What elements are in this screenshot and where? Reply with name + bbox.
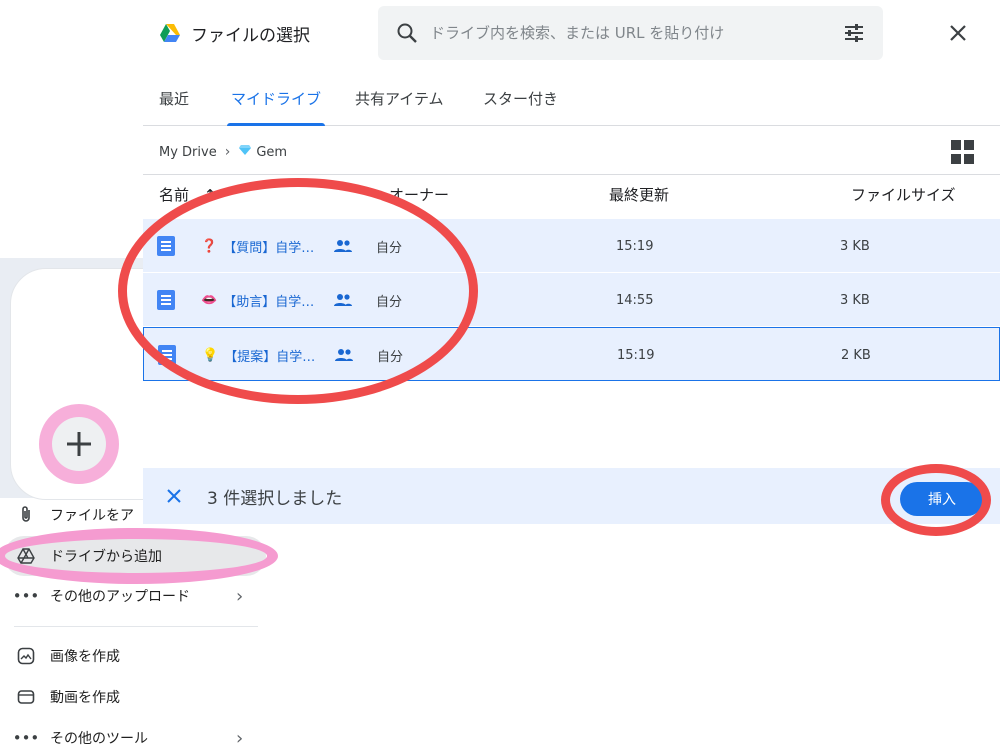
menu-item-label: ファイルをア bbox=[50, 508, 134, 524]
file-modified: 15:19 bbox=[617, 347, 655, 363]
insert-button[interactable]: 挿入 bbox=[900, 482, 984, 516]
file-modified: 14:55 bbox=[616, 292, 654, 308]
file-name: 👄 【助言】自学… bbox=[201, 292, 315, 310]
menu-item-label: 動画を作成 bbox=[50, 690, 120, 706]
question-emoji-icon: ❓ bbox=[201, 238, 218, 254]
tab-shared[interactable]: 共有アイテム bbox=[355, 88, 444, 126]
chevron-right-icon: › bbox=[224, 144, 231, 160]
chevron-right-icon: › bbox=[236, 727, 244, 749]
lips-emoji-icon: 👄 bbox=[201, 292, 218, 308]
plus-icon bbox=[67, 432, 91, 456]
tab-bar: 最近 マイドライブ 共有アイテム スター付き bbox=[143, 78, 1000, 126]
shared-people-icon bbox=[333, 219, 353, 273]
add-button[interactable] bbox=[52, 417, 106, 471]
breadcrumb-gem-folder[interactable]: Gem bbox=[256, 145, 287, 160]
menu-item-other-tools[interactable]: ••• その他のツール › bbox=[12, 720, 264, 750]
doc-icon bbox=[157, 273, 175, 327]
video-create-icon bbox=[14, 685, 38, 709]
clear-selection-button[interactable] bbox=[163, 485, 185, 507]
column-header-name[interactable]: 名前 ↑ bbox=[159, 184, 216, 205]
filter-options-icon[interactable] bbox=[843, 23, 865, 43]
paperclip-icon bbox=[14, 503, 38, 527]
breadcrumb-my-drive[interactable]: My Drive bbox=[159, 145, 217, 160]
file-size: 2 KB bbox=[841, 347, 871, 363]
file-name: ❓ 【質問】自学… bbox=[201, 238, 315, 256]
gem-icon bbox=[238, 144, 252, 160]
search-icon bbox=[397, 23, 417, 43]
tab-my-drive[interactable]: マイドライブ bbox=[226, 88, 326, 126]
menu-item-label: 画像を作成 bbox=[50, 649, 120, 665]
file-name: 💡 【提案】自学… bbox=[202, 347, 316, 365]
shared-people-icon bbox=[334, 328, 354, 382]
search-input[interactable] bbox=[430, 24, 843, 42]
search-box[interactable] bbox=[378, 6, 883, 60]
doc-icon bbox=[157, 219, 175, 273]
column-header-size[interactable]: ファイルサイズ bbox=[851, 184, 956, 205]
selection-bar: 3 件選択しました 挿入 bbox=[143, 468, 1000, 524]
more-icon: ••• bbox=[12, 587, 40, 605]
doc-icon bbox=[158, 328, 176, 382]
chevron-right-icon: › bbox=[236, 585, 244, 607]
lightbulb-emoji-icon: 💡 bbox=[202, 347, 219, 363]
file-row[interactable]: 💡 【提案】自学… 自分 15:19 2 KB bbox=[143, 327, 1000, 381]
file-picker-dialog: ファイルの選択 最近 マイドライ bbox=[143, 0, 1000, 524]
divider bbox=[143, 174, 1000, 175]
screen: ファイルをア ドライブから追加 ••• その他のアップロード › 画像を作成 動… bbox=[0, 0, 1000, 750]
file-size: 3 KB bbox=[840, 238, 870, 254]
drive-item-annotation bbox=[0, 528, 278, 584]
file-row[interactable]: ❓ 【質問】自学… 自分 15:19 3 KB bbox=[143, 219, 1000, 273]
file-size: 3 KB bbox=[840, 292, 870, 308]
column-header-owner: オーナー bbox=[389, 186, 450, 204]
selection-count: 3 件選択しました bbox=[207, 488, 343, 509]
file-row[interactable]: 👄 【助言】自学… 自分 14:55 3 KB bbox=[143, 273, 1000, 327]
shared-people-icon bbox=[333, 273, 353, 327]
tab-recent[interactable]: 最近 bbox=[159, 88, 189, 126]
file-owner: 自分 bbox=[377, 349, 404, 365]
tab-starred[interactable]: スター付き bbox=[483, 88, 558, 126]
close-button[interactable] bbox=[943, 18, 973, 48]
menu-item-label: その他のアップロード bbox=[50, 589, 190, 605]
close-icon bbox=[950, 25, 966, 41]
dialog-title: ファイルの選択 bbox=[191, 25, 310, 46]
column-header-modified[interactable]: 最終更新 bbox=[609, 184, 669, 205]
sort-ascending-icon: ↑ bbox=[203, 186, 217, 204]
close-icon bbox=[167, 489, 181, 503]
google-drive-logo-icon bbox=[160, 24, 180, 42]
more-icon: ••• bbox=[12, 729, 40, 747]
menu-divider bbox=[14, 626, 258, 627]
menu-item-create-video[interactable]: 動画を作成 bbox=[14, 679, 120, 715]
grid-view-icon[interactable] bbox=[951, 140, 975, 164]
image-create-icon bbox=[14, 644, 38, 668]
breadcrumb: My Drive › Gem bbox=[159, 142, 287, 162]
file-modified: 15:19 bbox=[616, 238, 654, 254]
dialog-header: ファイルの選択 bbox=[159, 18, 310, 48]
file-owner: 自分 bbox=[376, 240, 403, 256]
menu-item-create-image[interactable]: 画像を作成 bbox=[14, 638, 120, 674]
menu-item-label: その他のツール bbox=[50, 731, 148, 747]
file-owner: 自分 bbox=[376, 294, 403, 310]
